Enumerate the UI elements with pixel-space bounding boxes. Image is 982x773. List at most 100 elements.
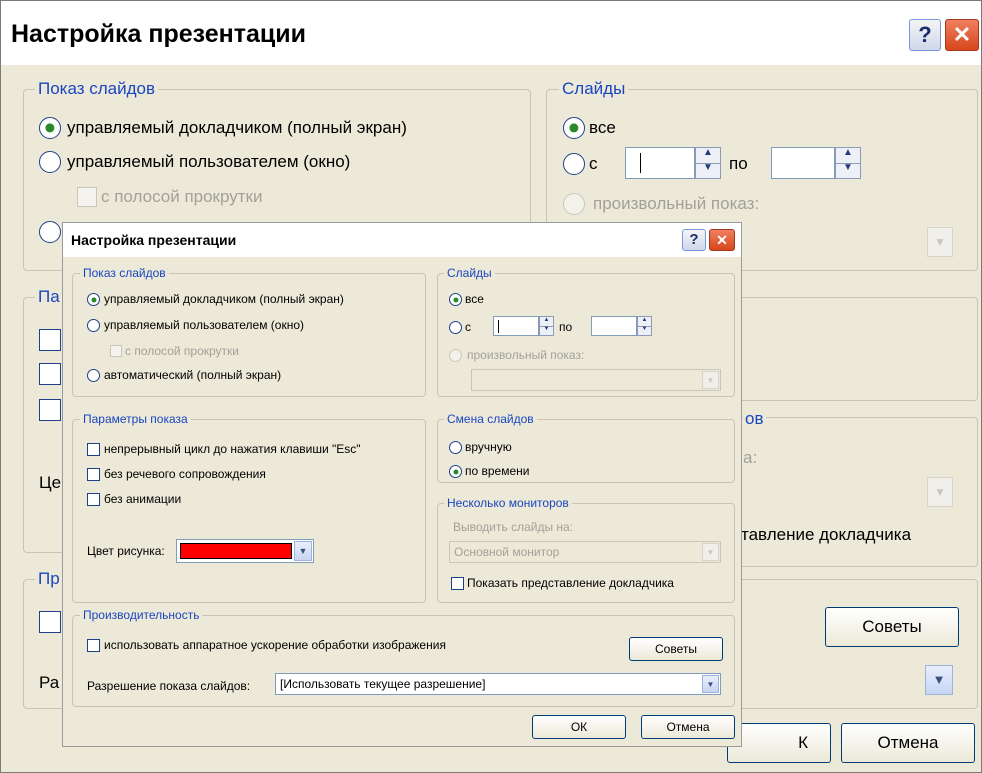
monitor-dropdown[interactable]: Основной монитор ▼: [449, 541, 721, 563]
background-label-presenter-view: тавление докладчика: [741, 525, 912, 544]
background-from-spinner[interactable]: ▲ ▼: [695, 147, 721, 179]
dropdown-icon: ▼: [932, 672, 946, 687]
custom-show-dropdown[interactable]: ▼: [471, 369, 721, 391]
label-manual: вручную: [465, 440, 512, 454]
dropdown-icon: ▼: [934, 235, 946, 249]
label-loop: непрерывный цикл до нажатия клавиши "Esc…: [104, 442, 361, 456]
ok-button[interactable]: ОК: [532, 715, 626, 739]
front-title-bar: Настройка презентации ? ✕: [63, 223, 741, 257]
background-to-spinner[interactable]: ▲ ▼: [835, 147, 861, 179]
background-check-animation[interactable]: [39, 399, 61, 421]
tips-button[interactable]: Советы: [629, 637, 723, 661]
legend-performance: Производительность: [80, 608, 203, 622]
dropdown-icon: ▼: [298, 546, 308, 556]
background-check-narration[interactable]: [39, 363, 61, 385]
legend-slides: Слайды: [444, 266, 495, 280]
background-title-bar: Настройка презентации ? ✕: [1, 1, 981, 65]
dropdown-icon: ▼: [706, 548, 715, 557]
background-radio-presenter[interactable]: [39, 117, 61, 139]
spin-down-icon[interactable]: ▼: [638, 326, 651, 335]
radio-automatic[interactable]: [87, 369, 100, 382]
label-scrollbar: с полосой прокрутки: [125, 344, 239, 358]
check-scrollbar[interactable]: [110, 345, 122, 357]
pen-color-picker[interactable]: ▼: [176, 539, 314, 563]
check-hw-accel[interactable]: [87, 639, 100, 652]
label-all: все: [465, 292, 484, 306]
from-spinner[interactable]: ▲ ▼: [539, 316, 554, 336]
front-dialog-title: Настройка презентации: [71, 232, 237, 248]
radio-timings[interactable]: [449, 465, 462, 478]
pen-color-dropdown-arrow[interactable]: ▼: [294, 541, 312, 561]
background-resolution-dropdown-arrow[interactable]: ▼: [925, 665, 953, 695]
background-radio-automatic[interactable]: [39, 221, 61, 243]
background-label-resolution: Ра: [39, 673, 60, 692]
check-loop[interactable]: [87, 443, 100, 456]
label-user: управляемый пользователем (окно): [104, 318, 304, 332]
monitor-dropdown-arrow[interactable]: ▼: [702, 543, 719, 561]
legend-monitors: Несколько мониторов: [444, 496, 572, 510]
background-custom-dropdown-arrow[interactable]: ▼: [927, 227, 953, 257]
background-label-custom: произвольный показ:: [593, 194, 760, 213]
legend-slide-show: Показ слайдов: [80, 266, 169, 280]
background-ok-button[interactable]: К: [727, 723, 831, 763]
radio-user[interactable]: [87, 319, 100, 332]
background-close-button[interactable]: ✕: [945, 19, 979, 51]
to-input[interactable]: [591, 316, 637, 336]
background-radio-all[interactable]: [563, 117, 585, 139]
spin-down-icon[interactable]: ▼: [836, 163, 860, 178]
label-to: по: [559, 320, 573, 334]
to-spinner[interactable]: ▲ ▼: [637, 316, 652, 336]
radio-presenter[interactable]: [87, 293, 100, 306]
label-custom: произвольный показ:: [467, 348, 585, 362]
label-presenter: управляемый докладчиком (полный экран): [104, 292, 344, 306]
cancel-button[interactable]: Отмена: [641, 715, 735, 739]
background-dialog-title: Настройка презентации: [11, 20, 307, 48]
pen-color-swatch: [180, 543, 292, 559]
background-label-all: все: [589, 118, 616, 137]
dropdown-icon: ▼: [706, 376, 715, 385]
background-check-scrollbar[interactable]: [77, 187, 97, 207]
background-label-from: с: [589, 154, 598, 173]
background-check-loop[interactable]: [39, 329, 61, 351]
label-display-on: Выводить слайды на:: [453, 520, 574, 534]
label-timings: по времени: [465, 464, 530, 478]
background-label-scrollbar: с полосой прокрутки: [101, 187, 263, 206]
background-label-pen-color: Це: [39, 473, 62, 492]
radio-custom[interactable]: [449, 349, 462, 362]
background-tips-button-label: Советы: [862, 617, 922, 636]
radio-manual[interactable]: [449, 441, 462, 454]
check-presenter-view[interactable]: [451, 577, 464, 590]
background-radio-user[interactable]: [39, 151, 61, 173]
spin-down-icon[interactable]: ▼: [696, 163, 720, 178]
background-help-button[interactable]: ?: [909, 19, 941, 51]
background-group-advance: [735, 297, 978, 401]
monitor-dropdown-value: Основной монитор: [454, 545, 560, 559]
label-no-animation: без анимации: [104, 492, 182, 506]
spin-down-icon[interactable]: ▼: [540, 326, 553, 335]
background-tips-button[interactable]: Советы: [825, 607, 959, 647]
front-help-button[interactable]: ?: [682, 229, 706, 251]
from-input[interactable]: [493, 316, 539, 336]
radio-from[interactable]: [449, 321, 462, 334]
background-to-input[interactable]: [771, 147, 835, 179]
background-radio-from[interactable]: [563, 153, 585, 175]
background-monitor-dropdown-arrow[interactable]: ▼: [927, 477, 953, 507]
label-pen-color: Цвет рисунка:: [87, 544, 165, 558]
check-no-animation[interactable]: [87, 493, 100, 506]
dropdown-icon: ▼: [934, 485, 946, 499]
background-cancel-button[interactable]: Отмена: [841, 723, 975, 763]
custom-dropdown-arrow[interactable]: ▼: [702, 371, 719, 389]
background-from-input[interactable]: [625, 147, 695, 179]
check-no-narration[interactable]: [87, 468, 100, 481]
legend-show-options: Параметры показа: [80, 412, 191, 426]
radio-all[interactable]: [449, 293, 462, 306]
background-radio-custom[interactable]: [563, 193, 585, 215]
close-icon: ✕: [952, 22, 972, 47]
front-close-button[interactable]: ✕: [709, 229, 735, 251]
dropdown-icon: ▼: [706, 680, 715, 689]
help-icon: ?: [689, 231, 699, 248]
background-check-hw-accel[interactable]: [39, 611, 61, 633]
cancel-button-label: Отмена: [666, 720, 710, 734]
resolution-dropdown-arrow[interactable]: ▼: [702, 675, 719, 693]
resolution-dropdown[interactable]: [Использовать текущее разрешение] ▼: [275, 673, 721, 695]
